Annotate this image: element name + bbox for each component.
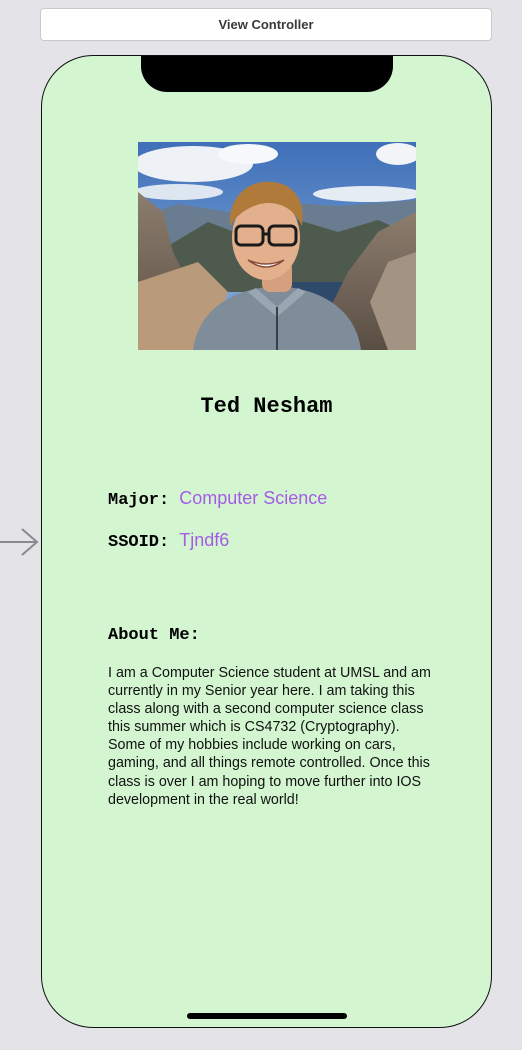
view-controller-title: View Controller	[218, 17, 314, 32]
major-value: Computer Science	[179, 488, 328, 508]
home-indicator	[187, 1013, 347, 1019]
about-heading: About Me:	[108, 626, 200, 645]
profile-name: Ted Nesham	[200, 394, 333, 419]
major-row: Major: Computer Science	[108, 488, 327, 510]
arrow-right-icon[interactable]	[0, 526, 40, 558]
about-body: I am a Computer Science student at UMSL …	[108, 665, 431, 808]
ssoid-row: SSOID: Tjndf6	[108, 530, 229, 552]
iphone-screen: Ted Nesham Major: Computer Science SSOID…	[41, 55, 492, 1028]
device-notch	[141, 56, 393, 92]
storyboard-canvas: View Controller Ted Nesham Major: Comput…	[0, 0, 522, 1050]
ssoid-label: SSOID:	[108, 533, 170, 552]
profile-photo	[138, 142, 416, 350]
view-controller-title-bar[interactable]: View Controller	[40, 8, 492, 41]
ssoid-value: Tjndf6	[179, 530, 230, 550]
major-label: Major:	[108, 491, 170, 510]
